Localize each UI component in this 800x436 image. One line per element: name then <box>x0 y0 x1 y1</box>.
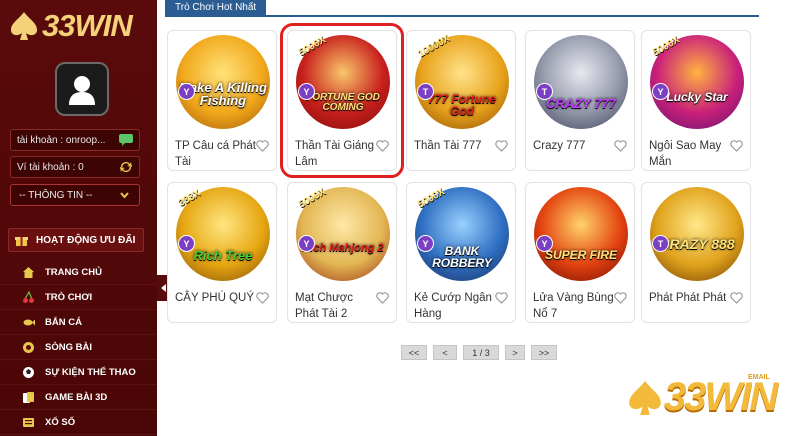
game-card[interactable]: Rich Tree 388X Y CÂY PHÚ QUÝ <box>167 182 277 323</box>
watermark-email: EMAIL <box>748 374 770 381</box>
game-card[interactable]: Make A Killing Fishing Y TP Câu cá Phát … <box>167 30 277 171</box>
provider-badge: T <box>536 83 553 100</box>
heart-icon[interactable] <box>614 292 627 304</box>
game-thumbnail[interactable]: CRAZY 777 <box>534 35 628 129</box>
username-label: tài khoản : onroop... <box>17 134 106 146</box>
chat-icon[interactable] <box>119 134 133 146</box>
game-card[interactable]: 777 Fortune God 10000X T Thần Tài 777 <box>406 30 516 171</box>
sidebar-item-lottery[interactable]: XỔ SỐ <box>0 410 157 435</box>
provider-badge: Y <box>298 83 315 100</box>
provider-badge: T <box>417 83 434 100</box>
game-name: Kẻ Cướp Ngân Hàng <box>414 292 492 320</box>
heart-icon[interactable] <box>256 292 269 304</box>
sidebar-menu: TRANG CHỦ TRÒ CHƠI BẮN CÁ SÒNG BÀI SỰ KI… <box>0 260 157 435</box>
sidebar-item-games[interactable]: TRÒ CHƠI <box>0 285 157 310</box>
game-name: TP Câu cá Phát Tài <box>175 140 256 168</box>
info-dropdown-label: -- THÔNG TIN -- <box>19 189 93 201</box>
sidebar-item-sports[interactable]: SỰ KIỆN THỂ THAO <box>0 360 157 385</box>
spade-icon <box>629 380 661 415</box>
promo-label: HOẠT ĐỘNG ƯU ĐÃI <box>36 234 136 246</box>
wallet-label: Ví tài khoản : 0 <box>17 161 84 173</box>
provider-badge: Y <box>178 235 195 252</box>
section-tab[interactable]: Trò Chơi Hot Nhất <box>165 0 267 15</box>
provider-badge: Y <box>298 235 315 252</box>
page-indicator: 1 / 3 <box>463 345 499 360</box>
next-page-button[interactable]: > <box>505 345 525 360</box>
section-divider <box>165 15 759 17</box>
heart-icon[interactable] <box>256 140 269 152</box>
heart-icon[interactable] <box>376 292 389 304</box>
provider-badge: Y <box>178 83 195 100</box>
sidebar-item-casino[interactable]: SÒNG BÀI <box>0 335 157 360</box>
sidebar-item-3d-cards[interactable]: GAME BÀI 3D <box>0 385 157 410</box>
sidebar-item-fishing[interactable]: BẮN CÁ <box>0 310 157 335</box>
heart-icon[interactable] <box>730 140 743 152</box>
fish-icon <box>23 319 35 325</box>
refresh-icon[interactable] <box>119 161 133 173</box>
first-page-button[interactable]: << <box>401 345 427 360</box>
game-name: Phát Phát Phát <box>649 292 727 304</box>
chevron-down-icon <box>120 192 129 199</box>
brand-logo[interactable]: 33WIN <box>10 8 133 44</box>
gift-icon <box>15 236 28 246</box>
sport-icon <box>23 366 34 378</box>
sidebar-item-label: TRANG CHỦ <box>45 266 102 278</box>
user-icon <box>69 76 95 105</box>
username-field: tài khoản : onroop... <box>10 129 140 151</box>
cards-icon <box>23 391 34 403</box>
game-card[interactable]: CRAZY 777 T Crazy 777 <box>525 30 635 171</box>
promo-button[interactable]: HOẠT ĐỘNG ƯU ĐÃI <box>8 228 144 252</box>
cherry-icon <box>23 290 34 303</box>
provider-badge: Y <box>652 83 669 100</box>
game-name: Mạt Chược Phát Tài 2 <box>295 292 354 320</box>
game-card[interactable]: CRAZY 888 T Phát Phát Phát <box>641 182 751 323</box>
sidebar-item-label: TRÒ CHƠI <box>45 291 93 303</box>
logo-text: 33WIN <box>42 8 133 43</box>
prev-page-button[interactable]: < <box>433 345 457 360</box>
provider-badge: Y <box>536 235 553 252</box>
game-name: Crazy 777 <box>533 140 586 152</box>
wallet-field: Ví tài khoản : 0 <box>10 156 140 178</box>
section-title: Trò Chơi Hot Nhất <box>175 2 257 13</box>
pagination: << < 1 / 3 > >> <box>401 345 557 360</box>
game-thumbnail[interactable]: SUPER FIRE <box>534 187 628 281</box>
profile-box <box>10 62 150 120</box>
game-card[interactable]: BANK ROBBERY 5000X Y Kẻ Cướp Ngân Hàng <box>406 182 516 323</box>
game-name: Lửa Vàng Bùng Nổ 7 <box>533 292 614 320</box>
game-name: Thần Tài Giáng Lâm <box>295 140 375 168</box>
game-card[interactable]: SUPER FIRE Y Lửa Vàng Bùng Nổ 7 <box>525 182 635 323</box>
game-name: Thần Tài 777 <box>414 140 482 152</box>
sidebar-item-label: SÒNG BÀI <box>45 341 92 353</box>
heart-icon[interactable] <box>376 140 389 152</box>
game-name: Ngôi Sao May Mắn <box>649 140 722 168</box>
provider-badge: T <box>652 235 669 252</box>
game-card[interactable]: Rich Mahjong 2 5000X Y Mạt Chược Phát Tà… <box>287 182 397 323</box>
home-icon <box>23 266 34 278</box>
watermark-logo: 33WIN EMAIL <box>628 374 778 420</box>
game-name: CÂY PHÚ QUÝ <box>175 292 255 304</box>
lottery-icon <box>23 417 34 427</box>
chips-icon <box>23 341 34 353</box>
spade-icon <box>11 12 37 40</box>
chevron-left-icon <box>161 284 166 292</box>
info-dropdown[interactable]: -- THÔNG TIN -- <box>10 184 140 206</box>
last-page-button[interactable]: >> <box>531 345 557 360</box>
avatar[interactable] <box>55 62 109 116</box>
provider-badge: Y <box>417 235 434 252</box>
heart-icon[interactable] <box>730 292 743 304</box>
heart-icon[interactable] <box>495 140 508 152</box>
watermark-text: 33WIN <box>664 375 778 419</box>
sidebar: 33WIN tài khoản : onroop... Ví tài khoản… <box>0 0 157 436</box>
sidebar-item-label: XỔ SỐ <box>45 416 76 428</box>
game-thumbnail[interactable]: Make A Killing Fishing <box>176 35 270 129</box>
sidebar-item-label: GAME BÀI 3D <box>45 391 108 403</box>
heart-icon[interactable] <box>614 140 627 152</box>
sidebar-item-home[interactable]: TRANG CHỦ <box>0 260 157 285</box>
sidebar-item-label: SỰ KIỆN THỂ THAO <box>45 366 136 378</box>
heart-icon[interactable] <box>495 292 508 304</box>
game-card[interactable]: FORTUNE GOD COMING 5000X Y Thần Tài Gián… <box>280 23 404 178</box>
game-card[interactable]: Lucky Star 5000X Y Ngôi Sao May Mắn <box>641 30 751 171</box>
sidebar-item-label: BẮN CÁ <box>45 316 82 328</box>
game-thumbnail[interactable]: CRAZY 888 <box>650 187 744 281</box>
